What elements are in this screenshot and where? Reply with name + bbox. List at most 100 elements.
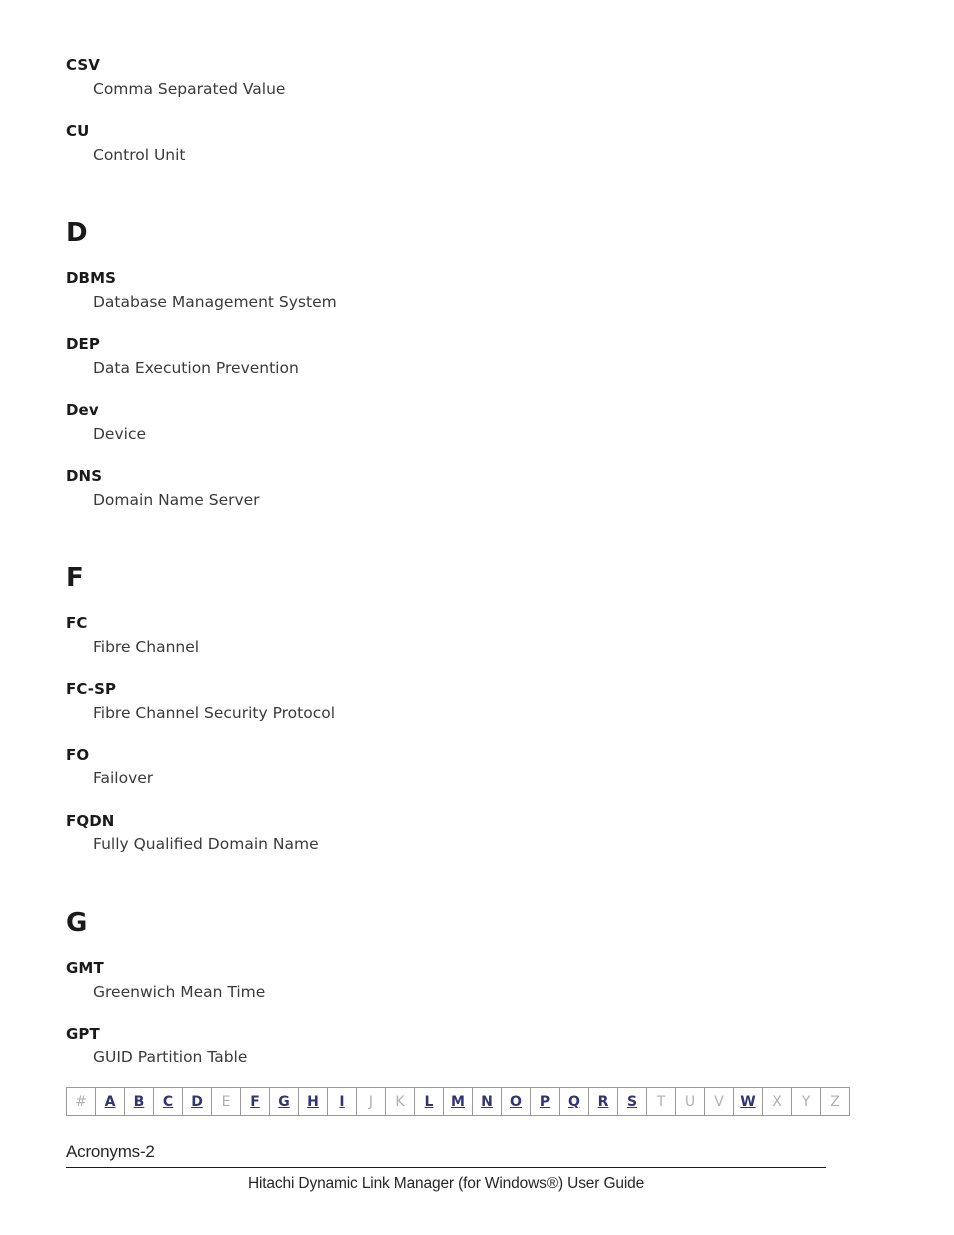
entry-spacer bbox=[66, 99, 826, 122]
alpha-nav-label: T bbox=[656, 1093, 666, 1110]
section-letter-heading: F bbox=[66, 562, 84, 593]
glossary-term: DBMS bbox=[66, 269, 117, 288]
entry-spacer bbox=[66, 444, 826, 467]
alpha-nav-label: D bbox=[191, 1093, 203, 1110]
alpha-nav-label: F bbox=[250, 1093, 260, 1110]
alpha-nav-cell-s[interactable]: S bbox=[617, 1087, 647, 1116]
alpha-nav-label: G bbox=[278, 1093, 290, 1110]
alpha-nav-cell-b[interactable]: B bbox=[124, 1087, 154, 1116]
alphabet-nav-table: # A B C D E F G H I J K L M N O P Q R S T U V W X Y Z bbox=[66, 1087, 850, 1116]
alpha-nav-cell-o[interactable]: O bbox=[501, 1087, 531, 1116]
alpha-nav-cell-y: Y bbox=[791, 1087, 821, 1116]
alpha-nav-label: J bbox=[368, 1093, 374, 1110]
glossary-term: FC-SP bbox=[66, 679, 117, 698]
alpha-nav-label: Z bbox=[830, 1093, 840, 1110]
alpha-nav-label: E bbox=[221, 1093, 231, 1110]
glossary-term: Dev bbox=[66, 400, 99, 419]
alpha-nav-cell-i[interactable]: I bbox=[327, 1087, 357, 1116]
alpha-nav-label: # bbox=[75, 1093, 87, 1110]
alpha-nav-cell-v: V bbox=[704, 1087, 734, 1116]
alpha-nav-label: S bbox=[626, 1093, 638, 1110]
glossary-term: DNS bbox=[66, 466, 103, 485]
footer-divider bbox=[66, 1167, 826, 1169]
alpha-nav-label: M bbox=[451, 1093, 465, 1110]
glossary-definition: Domain Name Server bbox=[93, 490, 260, 509]
glossary-entry: GPT GUID Partition Table bbox=[66, 1025, 826, 1068]
glossary-content: CSV Comma Separated Value CU Control Unit D D… bbox=[66, 56, 826, 1068]
alpha-nav-cell-j: J bbox=[356, 1087, 386, 1116]
alpha-nav-cell-x: X bbox=[762, 1087, 792, 1116]
alpha-nav-cell-f[interactable]: F bbox=[240, 1087, 270, 1116]
alpha-nav-cell-w[interactable]: W bbox=[733, 1087, 763, 1116]
glossary-definition: GUID Partition Table bbox=[93, 1048, 248, 1067]
alpha-nav-cell-d[interactable]: D bbox=[182, 1087, 212, 1116]
glossary-definition: Failover bbox=[93, 769, 154, 788]
glossary-definition: Database Management System bbox=[93, 292, 337, 311]
alphabet-navigation: # A B C D E F G H I J K L M N O P Q R S T U V W X Y Z bbox=[66, 1087, 850, 1116]
alpha-nav-label: Y bbox=[801, 1093, 811, 1110]
entry-spacer bbox=[66, 723, 826, 746]
alpha-nav-label: C bbox=[162, 1093, 174, 1110]
alpha-nav-cell-c[interactable]: C bbox=[153, 1087, 183, 1116]
alpha-nav-cell-z: Z bbox=[820, 1087, 850, 1116]
glossary-term: CSV bbox=[66, 56, 100, 74]
glossary-entry: GMT Greenwich Mean Time bbox=[66, 959, 826, 1002]
glossary-definition: Fibre Channel bbox=[93, 637, 200, 656]
glossary-definition: Comma Separated Value bbox=[93, 79, 286, 98]
alpha-nav-cell-k: K bbox=[385, 1087, 415, 1116]
glossary-term: DEP bbox=[66, 334, 100, 353]
alpha-nav-label: Q bbox=[568, 1093, 580, 1110]
alpha-nav-cell-a[interactable]: A bbox=[95, 1087, 125, 1116]
page-number-label: Acronyms-2 bbox=[66, 1142, 155, 1161]
glossary-entry-list: CSV Comma Separated Value CU Control Unit D D… bbox=[66, 56, 826, 1068]
glossary-definition: Fully Qualified Domain Name bbox=[93, 835, 319, 854]
alpha-nav-cell-h[interactable]: H bbox=[298, 1087, 328, 1116]
glossary-entry: CSV Comma Separated Value bbox=[66, 56, 826, 99]
section-letter-heading: D bbox=[66, 217, 88, 248]
alpha-nav-cell-p[interactable]: P bbox=[530, 1087, 560, 1116]
entry-spacer bbox=[66, 657, 826, 680]
section-heading-spacer bbox=[66, 247, 826, 269]
alpha-nav-label: A bbox=[104, 1093, 116, 1110]
section-letter-heading: G bbox=[66, 907, 88, 938]
alpha-nav-label: K bbox=[395, 1093, 405, 1110]
alpha-nav-cell-e: E bbox=[211, 1087, 241, 1116]
alpha-nav-label: X bbox=[772, 1093, 782, 1110]
alpha-nav-label: V bbox=[714, 1093, 724, 1110]
alpha-nav-cell-g[interactable]: G bbox=[269, 1087, 299, 1116]
alpha-nav-label: R bbox=[597, 1093, 609, 1110]
alpha-nav-cell-q[interactable]: Q bbox=[559, 1087, 589, 1116]
alpha-nav-cell-m[interactable]: M bbox=[443, 1087, 473, 1116]
alpha-nav-label: O bbox=[510, 1093, 522, 1110]
glossary-term: FO bbox=[66, 745, 90, 764]
entry-spacer bbox=[66, 789, 826, 812]
alpha-nav-label: H bbox=[307, 1093, 319, 1110]
glossary-term: FQDN bbox=[66, 811, 115, 830]
glossary-entry: DEP Data Execution Prevention bbox=[66, 335, 826, 378]
glossary-definition: Control Unit bbox=[93, 145, 186, 164]
alpha-nav-cell-n[interactable]: N bbox=[472, 1087, 502, 1116]
section-heading-spacer bbox=[66, 592, 826, 614]
glossary-definition: Fibre Channel Security Protocol bbox=[93, 703, 336, 722]
alpha-nav-cell-t: T bbox=[646, 1087, 676, 1116]
alpha-nav-label: B bbox=[133, 1093, 145, 1110]
alpha-nav-cell-l[interactable]: L bbox=[414, 1087, 444, 1116]
glossary-term: GPT bbox=[66, 1024, 100, 1043]
glossary-definition: Device bbox=[93, 424, 147, 443]
alpha-nav-cell-u: U bbox=[675, 1087, 705, 1116]
footer-document-title: Hitachi Dynamic Link Manager (for Window… bbox=[247, 1175, 645, 1193]
entry-spacer bbox=[66, 378, 826, 401]
section-heading-spacer bbox=[66, 937, 826, 959]
alphabet-nav-row: # A B C D E F G H I J K L M N O P Q R S T U V W X Y Z bbox=[66, 1087, 850, 1116]
glossary-definition: Data Execution Prevention bbox=[93, 358, 299, 377]
glossary-term: GMT bbox=[66, 958, 104, 977]
alpha-nav-cell-r[interactable]: R bbox=[588, 1087, 618, 1116]
glossary-entry: CU Control Unit bbox=[66, 122, 826, 165]
glossary-term: FC bbox=[66, 613, 88, 632]
glossary-entry: FC-SP Fibre Channel Security Protocol bbox=[66, 680, 826, 723]
alpha-nav-label: W bbox=[740, 1093, 756, 1110]
alpha-nav-label: L bbox=[424, 1093, 434, 1110]
alpha-nav-label: P bbox=[539, 1093, 551, 1110]
glossary-entry: DNS Domain Name Server bbox=[66, 467, 826, 510]
